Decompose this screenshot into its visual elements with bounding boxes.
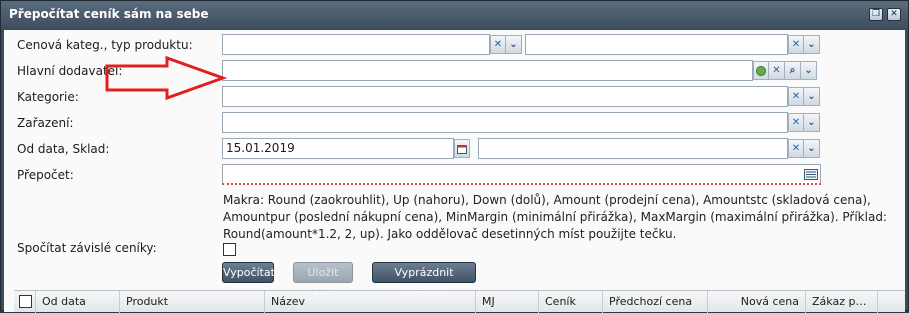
row-price-category: Cenová kateg., typ produktu: ✕ ⌄ ✕ ⌄ (4, 34, 905, 56)
dependent-price-lists-checkbox[interactable] (223, 243, 236, 256)
restore-icon[interactable]: ❐ (869, 8, 883, 21)
classification-label: Zařazení: (17, 116, 74, 130)
clear-icon[interactable]: ✕ (788, 87, 804, 106)
close-icon[interactable]: ✕ (887, 8, 901, 21)
dialog-title: Přepočítat ceník sám na sebe (9, 7, 209, 21)
from-date-field[interactable]: 15.01.2019 (222, 138, 454, 159)
results-grid-header: Od data Produkt Název MJ Ceník Předchozí… (14, 290, 905, 313)
annotation-arrow (105, 56, 227, 100)
chevron-down-icon[interactable]: ⌄ (804, 87, 820, 106)
category-field[interactable] (222, 86, 788, 107)
chevron-down-icon[interactable]: ⌄ (801, 61, 817, 80)
clear-form-button[interactable]: Vyprázdnit formulář (372, 262, 476, 298)
editor-icon[interactable] (804, 169, 818, 183)
clear-icon[interactable]: ✕ (788, 35, 804, 54)
chevron-down-icon[interactable]: ⌄ (804, 35, 820, 54)
col-new-price[interactable]: Nová cena (708, 291, 806, 313)
recalc-formula-field[interactable] (222, 164, 821, 185)
warehouse-field[interactable] (478, 138, 788, 159)
col-previous-price[interactable]: Předchozí cena (603, 291, 708, 313)
recalc-dialog: Přepočítat ceník sám na sebe ❐ ✕ Cenová … (0, 0, 909, 313)
chevron-down-icon[interactable]: ⌄ (804, 139, 820, 158)
clear-icon[interactable]: ✕ (769, 61, 785, 80)
save-prices-button[interactable]: Uložit ceny (293, 262, 353, 298)
price-category-field[interactable] (222, 34, 490, 55)
calendar-icon[interactable] (454, 139, 470, 158)
category-buttons: ✕ ⌄ (788, 86, 820, 107)
col-prohibition[interactable]: Zákaz p… (806, 291, 878, 313)
price-category-label: Cenová kateg., typ produktu: (17, 38, 193, 52)
main-supplier-field[interactable] (222, 60, 753, 81)
search-icon[interactable]: ⌕ (785, 61, 801, 80)
price-category-buttons: ✕ ⌄ (490, 34, 522, 55)
recalc-label: Přepočet: (17, 168, 74, 182)
col-from-date[interactable]: Od data (36, 291, 120, 313)
classification-field[interactable] (222, 112, 788, 133)
calculate-button[interactable]: Vypočítat (222, 262, 275, 283)
chevron-down-icon[interactable]: ⌄ (506, 35, 522, 54)
row-from-date: Od data, Sklad: 15.01.2019 ✕ ⌄ (4, 138, 905, 160)
row-recalc: Přepočet: (4, 164, 905, 186)
clear-icon[interactable]: ✕ (788, 113, 804, 132)
add-icon[interactable] (753, 61, 769, 80)
row-classification: Zařazení: ✕ ⌄ (4, 112, 905, 134)
clear-icon[interactable]: ✕ (490, 35, 506, 54)
warehouse-buttons: ✕ ⌄ (788, 138, 820, 159)
dialog-titlebar: Přepočítat ceník sám na sebe ❐ ✕ (1, 1, 908, 28)
from-date-label: Od data, Sklad: (17, 142, 110, 156)
macro-help-text: Makra: Round (zaokrouhlit), Up (nahoru),… (223, 193, 887, 241)
classification-buttons: ✕ ⌄ (788, 112, 820, 133)
category-label: Kategorie: (17, 90, 79, 104)
select-all-checkbox[interactable] (19, 295, 32, 308)
col-price-list[interactable]: Ceník (539, 291, 603, 313)
product-type-field[interactable] (525, 34, 788, 55)
product-type-buttons: ✕ ⌄ (788, 34, 820, 55)
main-supplier-buttons: ✕ ⌕ ⌄ (753, 60, 817, 81)
col-product[interactable]: Produkt (120, 291, 265, 313)
col-name[interactable]: Název (265, 291, 476, 313)
chevron-down-icon[interactable]: ⌄ (804, 113, 820, 132)
col-unit[interactable]: MJ (476, 291, 539, 313)
clear-icon[interactable]: ✕ (788, 139, 804, 158)
dependent-price-lists-label: Spočítat závislé ceníky: (17, 241, 157, 255)
select-all-cell (14, 291, 36, 313)
